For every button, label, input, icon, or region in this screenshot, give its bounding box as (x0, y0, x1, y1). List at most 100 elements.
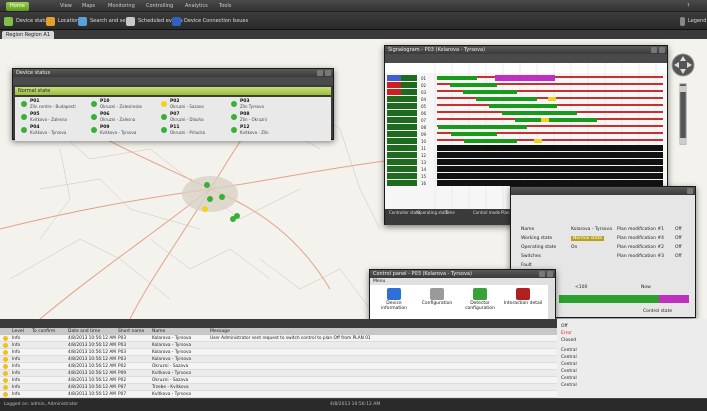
event-cell: Trzebe - Kvitkova (152, 385, 189, 390)
col-level[interactable]: Level (12, 328, 24, 335)
row-label: 15 (421, 174, 427, 179)
menu-tools[interactable]: Tools (215, 2, 235, 11)
event-row[interactable]: Info 4/8/2013 10:56:12 AM P03 Kolarova - Ty… (0, 349, 557, 356)
green-phase (450, 83, 497, 87)
event-cell: 4/8/2013 10:56:12 AM (68, 357, 116, 362)
device-p08[interactable]: P08 Zlin - Okruzni (229, 112, 295, 122)
device-p12[interactable]: P12 Kvitkova - Zlin (229, 125, 295, 135)
info-icon (3, 350, 8, 355)
magenta-phase (495, 75, 555, 81)
event-row[interactable]: Info 4/8/2013 10:56:12 AM P02 Okruzni - Saz… (0, 363, 557, 370)
control-item[interactable]: Device information (374, 287, 414, 321)
event-cell: Info (12, 350, 21, 355)
control-item[interactable]: Interaction detail (503, 287, 543, 321)
device-p01[interactable]: P01 Zlin centre - Budapesti (19, 99, 85, 109)
plan-mod-label: Plan modification #3 (617, 254, 664, 259)
row-id-cell (387, 166, 401, 172)
control-item-icon (516, 288, 530, 300)
menu-monitoring[interactable]: Monitoring (104, 2, 139, 11)
group-normal-state[interactable]: Normal state (15, 87, 331, 95)
device-p02[interactable]: P02 Okruzni - Sazava (159, 99, 225, 109)
close-icon[interactable] (547, 271, 553, 277)
col-to-confirm[interactable]: To confirm (32, 328, 55, 335)
footer-col: Plan (501, 210, 510, 215)
legend-button[interactable]: Legend (680, 15, 706, 27)
menu-maps[interactable]: Maps (78, 2, 99, 11)
device-p10[interactable]: P10 Okruzni - Zalesimske (89, 99, 155, 109)
control-item[interactable]: Configuration (417, 287, 457, 321)
event-row[interactable]: Info 4/8/2013 10:56:12 AM P07 Kvitkova - Ty… (0, 391, 557, 398)
event-cell: Kolarova - Tyrsova (152, 336, 192, 341)
status-dot (91, 101, 97, 107)
minimize-icon[interactable] (651, 47, 657, 53)
event-row[interactable]: Info 4/8/2013 10:56:12 AM P03 Kolarova - Ty… (0, 342, 557, 349)
green-phase (515, 118, 597, 122)
event-row[interactable]: Info 4/8/2013 10:56:12 AM P07 Trzebe - Kvit… (0, 384, 557, 391)
detail-label: Working state (521, 236, 553, 241)
device-p05[interactable]: P05 Kvitkova - Zalesna (19, 112, 85, 122)
menu-controlling[interactable]: Controlling (142, 2, 177, 11)
device-p09[interactable]: P09 Kvitkova - Tyrsova (89, 125, 155, 135)
device-p03[interactable]: P03 Zlin Tyrsova (229, 99, 295, 109)
minimize-icon[interactable] (539, 271, 545, 277)
control-state-label: Control state (643, 309, 673, 314)
menu-view[interactable]: View (56, 2, 76, 11)
plan-mod-value: Off (675, 227, 682, 232)
event-cell: Info (12, 336, 21, 341)
location-button[interactable]: Location (46, 15, 79, 27)
control-item-icon (473, 288, 487, 300)
minimize-icon[interactable] (317, 70, 323, 76)
status-dot (161, 127, 167, 133)
col-message[interactable]: Message (210, 328, 230, 335)
close-icon[interactable] (325, 70, 331, 76)
green-phase (463, 90, 517, 94)
menu-home[interactable]: Home (6, 2, 29, 11)
connection-issues-button[interactable]: Device Connection Issues (172, 15, 248, 27)
event-cell: 4/8/2013 10:56:12 AM (68, 343, 116, 348)
close-icon[interactable] (687, 188, 693, 194)
row-label: 13 (421, 160, 427, 165)
row-id-cell (387, 82, 401, 88)
device-location: Kvitkova - Tyrsova (100, 130, 137, 135)
amber-phase (548, 97, 556, 101)
control-item[interactable]: Detector configuration (460, 287, 500, 321)
label: Legend (688, 18, 707, 24)
row-label: 03 (421, 90, 427, 95)
window-title: Signalogram - P03 (Kolarova - Tyrsova) (385, 46, 667, 54)
event-row[interactable]: Info 4/8/2013 10:56:12 AM P02 Okruzni - Saz… (0, 377, 557, 384)
black-phase (437, 145, 663, 151)
side-event: Central (561, 348, 577, 353)
row-label: 06 (421, 111, 427, 116)
event-cell: Kolarova - Tyrsova (152, 350, 192, 355)
device-location: Okruzni - Sazava (170, 104, 204, 109)
plan-toolbar (385, 54, 667, 63)
time-axis (385, 63, 667, 73)
device-p06[interactable]: P06 Okruzni - Zalesna (89, 112, 155, 122)
event-cell: Info (12, 385, 21, 390)
event-row[interactable]: Info 4/8/2013 10:56:12 AM P03 Kolarova - Ty… (0, 356, 557, 363)
help-icon[interactable]: ? (683, 2, 694, 11)
col-datetime[interactable]: Date and time (68, 328, 100, 335)
close-icon[interactable] (659, 47, 665, 53)
status-dot (21, 127, 27, 133)
event-cell: Kolarova - Tyrsova (152, 343, 192, 348)
side-event: Central (561, 383, 577, 388)
event-cell: P07 (118, 392, 127, 397)
menu-analytics[interactable]: Analytics (181, 2, 212, 11)
device-p07[interactable]: P07 Okruzni - Dlouha (159, 112, 225, 122)
device-location: Zlin Tyrsova (240, 104, 264, 109)
device-status-window: Device status Normal state P01 Zlin centr… (12, 68, 334, 141)
device-p04[interactable]: P04 Kvitkova - Tyrsova (19, 125, 85, 135)
tab-region[interactable]: Region Region A1 (2, 31, 55, 39)
device-status-button[interactable]: Device status (4, 15, 50, 27)
event-cell: User Administrator sent request to switc… (210, 336, 371, 341)
zoom-slider[interactable] (679, 83, 687, 145)
device-location: Okruzni - Dlouha (170, 117, 204, 122)
control-item-icon (387, 288, 401, 300)
event-row[interactable]: Info 4/8/2013 10:56:12 AM P03 Kolarova - Ty… (0, 335, 557, 342)
col-name[interactable]: Name (152, 328, 165, 335)
device-p11[interactable]: P11 Okruzni - Prilucka (159, 125, 225, 135)
col-short-name[interactable]: Short name (118, 328, 144, 335)
event-row[interactable]: Info 4/8/2013 10:56:12 AM P09 Kvitkova - Ty… (0, 370, 557, 377)
event-cell: 4/8/2013 10:56:12 AM (68, 350, 116, 355)
